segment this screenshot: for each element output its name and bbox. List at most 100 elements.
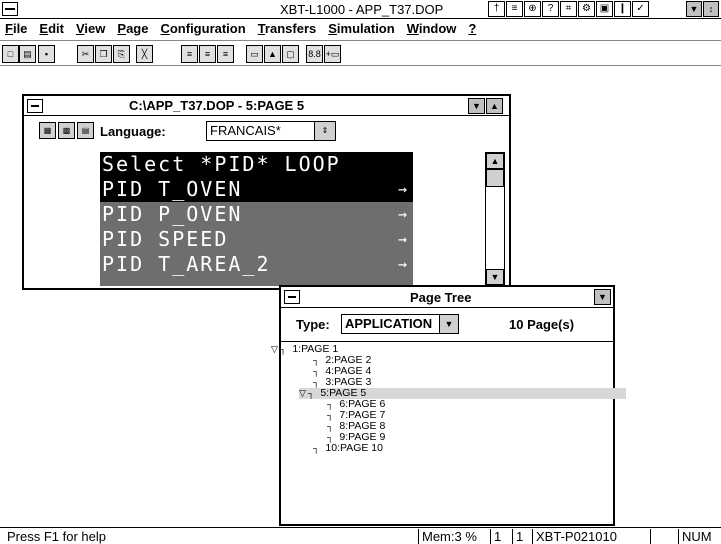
language-dropdown-icon[interactable]: ⇕ (314, 121, 336, 141)
tree-minimize-button[interactable]: ▼ (594, 289, 611, 305)
check-tool-icon[interactable]: ✓ (632, 1, 649, 17)
menu-edit[interactable]: Edit (34, 20, 71, 38)
lcd-row-label: PID P_OVEN (102, 202, 243, 226)
scroll-down-icon[interactable]: ▼ (486, 269, 504, 285)
panel-tool-icon[interactable]: ❙ (614, 1, 631, 17)
page-tree-window: Page Tree ▼ Type: APPLICATION ▼ 10 Page(… (271, 285, 626, 526)
frame-icon[interactable]: ▭ (246, 45, 263, 63)
page-icon: ┐ (307, 388, 315, 398)
minimize-button[interactable]: ▼ (686, 1, 702, 17)
plus-tool-icon[interactable]: ⊕ (524, 1, 541, 17)
status-bar: Press F1 for help Mem:3 % 1 1 XBT-P02101… (0, 527, 721, 544)
arrow-right-icon: → (397, 180, 409, 198)
scroll-thumb[interactable] (486, 169, 504, 187)
expand-toggle-icon[interactable]: ▽ (299, 388, 306, 399)
field-icon[interactable]: ▢ (282, 45, 299, 63)
arrow-right-icon: → (397, 255, 409, 273)
title-icon-strip: † ≡ ⊕? ⌗ ⚙ ▣ ❙ ✓ (488, 1, 649, 18)
page-icon: ┐ (313, 366, 320, 376)
delete-icon[interactable]: ╳ (136, 45, 153, 63)
tree-system-menu-icon[interactable] (284, 290, 300, 304)
page-icon: ┐ (313, 355, 320, 365)
lcd-row-label: PID SPEED (102, 227, 229, 251)
tree-title: Page Tree (410, 290, 472, 305)
layout-view-icon[interactable]: ▤ (77, 122, 94, 139)
status-blank (650, 529, 678, 544)
menu-transfers[interactable]: Transfers (253, 20, 324, 38)
save-icon[interactable]: ▪ (38, 45, 55, 63)
status-field-2: 1 (512, 529, 532, 544)
page-icon: ┐ (313, 443, 320, 453)
pencil-tool-icon[interactable]: † (488, 1, 505, 17)
editor-title: C:\APP_T37.DOP - 5:PAGE 5 (129, 98, 305, 113)
lcd-row-label: PID T_OVEN (102, 177, 243, 201)
editor-title-bar: C:\APP_T37.DOP - 5:PAGE 5 ▼ ▲ (24, 96, 509, 116)
align-right-icon[interactable]: ≡ (217, 45, 234, 63)
menu-help[interactable]: ? (463, 20, 483, 38)
page-icon: ┐ (327, 399, 334, 409)
lcd-screen: Select *PID* LOOP PID T_OVEN → PID P_OVEN… (100, 152, 413, 286)
arrow-right-icon: → (397, 230, 409, 248)
lcd-row[interactable]: PID P_OVEN → (100, 202, 413, 227)
scroll-up-icon[interactable]: ▲ (486, 153, 504, 169)
link-icon[interactable]: +▭ (324, 45, 341, 63)
status-num-lock: NUM (678, 529, 721, 544)
page-icon: ┐ (327, 421, 334, 431)
grid-view-icon[interactable]: ▩ (58, 122, 75, 139)
variable-icon[interactable]: 8.8 (306, 45, 323, 63)
copy-icon[interactable]: ❐ (95, 45, 112, 63)
arrow-right-icon: → (397, 205, 409, 223)
menu-view[interactable]: View (71, 20, 112, 38)
status-memory: Mem:3 % (418, 529, 490, 544)
lcd-header: Select *PID* LOOP (100, 152, 413, 177)
menu-window[interactable]: Window (402, 20, 464, 38)
toolbar: □ ▤ ▪ ✂ ❐ ⎘ ╳ ≡ ≡ ≡ ▭ ▲ ▢ 8.8 +▭ (0, 40, 721, 66)
language-label: Language: (100, 124, 166, 139)
tree-title-bar: Page Tree ▼ (281, 287, 613, 308)
menu-simulation[interactable]: Simulation (323, 20, 401, 38)
align-center-icon[interactable]: ≡ (199, 45, 216, 63)
warning-icon[interactable]: ▲ (264, 45, 281, 63)
maximize-button[interactable]: ↕ (703, 1, 719, 17)
editor-system-menu-icon[interactable] (27, 99, 43, 113)
menu-configuration[interactable]: Configuration (155, 20, 252, 38)
lcd-row[interactable]: PID SPEED → (100, 227, 413, 252)
menu-page[interactable]: Page (112, 20, 155, 38)
settings-tool-icon[interactable]: ⚙ (578, 1, 595, 17)
status-field-1: 1 (490, 529, 512, 544)
help-tool-icon[interactable]: ? (542, 1, 559, 17)
lcd-row-label: PID T_AREA_2 (102, 252, 271, 276)
menu-file[interactable]: File (0, 20, 34, 38)
page-count: 10 Page(s) (509, 317, 575, 332)
cut-icon[interactable]: ✂ (77, 45, 94, 63)
type-dropdown-icon[interactable]: ▼ (439, 314, 459, 334)
title-bar: XBT-L1000 - APP_T37.DOP † ≡ ⊕? ⌗ ⚙ ▣ ❙ ✓ ▼ ↕ (0, 0, 721, 19)
type-label: Type: (296, 317, 330, 332)
system-menu-icon[interactable] (2, 2, 18, 16)
lcd-row[interactable]: PID T_AREA_2 → (100, 252, 413, 277)
stats-tool-icon[interactable]: ⌗ (560, 1, 577, 17)
status-help: Press F1 for help (7, 529, 106, 544)
paste-icon[interactable]: ⎘ (113, 45, 130, 63)
page-editor-window: C:\APP_T37.DOP - 5:PAGE 5 ▼ ▲ ▦ ▩ ▤ Lang… (22, 94, 511, 290)
new-icon[interactable]: □ (2, 45, 19, 63)
lcd-row[interactable]: PID T_OVEN → (100, 177, 413, 202)
tree-view-icon[interactable]: ▦ (39, 122, 56, 139)
page-icon: ┐ (327, 410, 334, 420)
expand-toggle-icon[interactable]: ▽ (271, 344, 278, 355)
editor-vertical-scrollbar[interactable]: ▲ ▼ (485, 152, 505, 286)
open-icon[interactable]: ▤ (19, 45, 36, 63)
align-left-icon[interactable]: ≡ (181, 45, 198, 63)
window-title: XBT-L1000 - APP_T37.DOP (280, 2, 444, 17)
list-tool-icon[interactable]: ≡ (506, 1, 523, 17)
page-tree-list: ▽ ┐ 1:PAGE 1 ┐ 2:PAGE 2 ┐ 4:PAGE 4 ┐ 3:PAGE 3 ▽ ┐ 5… (271, 341, 626, 524)
status-version: XBT-P021010 (532, 529, 650, 544)
menu-bar: File Edit View Page Configuration Transf… (0, 20, 721, 38)
tree-item-label: 10:PAGE 10 (325, 442, 383, 454)
editor-maximize-button[interactable]: ▲ (486, 98, 503, 114)
editor-minimize-button[interactable]: ▼ (468, 98, 485, 114)
page-icon: ┐ (313, 377, 320, 387)
page-icon: ┐ (279, 344, 287, 354)
grid-tool-icon[interactable]: ▣ (596, 1, 613, 17)
tree-item[interactable]: ┐ 10:PAGE 10 (313, 443, 383, 454)
